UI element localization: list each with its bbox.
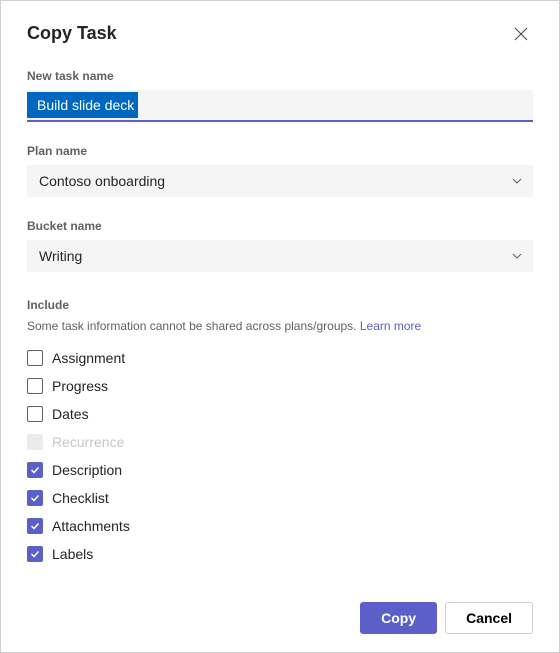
- include-item[interactable]: Dates: [27, 403, 533, 425]
- include-item[interactable]: Checklist: [27, 487, 533, 509]
- include-item-label: Labels: [52, 546, 93, 562]
- include-item[interactable]: Assignment: [27, 347, 533, 369]
- dialog-title: Copy Task: [27, 23, 117, 44]
- plan-name-value: Contoso onboarding: [39, 173, 165, 189]
- dialog-header: Copy Task: [27, 23, 533, 47]
- cancel-button[interactable]: Cancel: [445, 602, 533, 634]
- checkbox: [27, 434, 43, 450]
- close-button[interactable]: [509, 23, 533, 47]
- task-name-label: New task name: [27, 69, 533, 83]
- plan-name-select[interactable]: Contoso onboarding: [27, 165, 533, 197]
- include-item-label: Recurrence: [52, 434, 124, 450]
- include-item-label: Progress: [52, 378, 108, 394]
- include-item[interactable]: Labels: [27, 543, 533, 565]
- task-name-input[interactable]: Build slide deck: [27, 90, 533, 122]
- include-label: Include: [27, 298, 533, 312]
- dialog-footer: Copy Cancel: [27, 602, 533, 634]
- checkbox[interactable]: [27, 406, 43, 422]
- include-item-label: Description: [52, 462, 122, 478]
- include-item: Recurrence: [27, 431, 533, 453]
- include-item[interactable]: Progress: [27, 375, 533, 397]
- task-name-value: Build slide deck: [27, 92, 138, 118]
- plan-name-label: Plan name: [27, 144, 533, 158]
- checkbox[interactable]: [27, 462, 43, 478]
- checkbox[interactable]: [27, 378, 43, 394]
- chevron-down-icon: [511, 250, 523, 262]
- learn-more-link[interactable]: Learn more: [360, 319, 421, 333]
- include-item-label: Assignment: [52, 350, 125, 366]
- include-item[interactable]: Attachments: [27, 515, 533, 537]
- include-item-label: Attachments: [52, 518, 130, 534]
- chevron-down-icon: [511, 175, 523, 187]
- checkbox[interactable]: [27, 490, 43, 506]
- bucket-name-select[interactable]: Writing: [27, 240, 533, 272]
- include-item-label: Dates: [52, 406, 89, 422]
- bucket-name-label: Bucket name: [27, 219, 533, 233]
- include-item-label: Checklist: [52, 490, 109, 506]
- bucket-name-field: Bucket name Writing: [27, 219, 533, 272]
- include-checklist: Assignment Progress Dates Recurrence Descrip…: [27, 347, 533, 565]
- close-icon: [514, 27, 528, 44]
- checkbox[interactable]: [27, 350, 43, 366]
- copy-button[interactable]: Copy: [360, 602, 437, 634]
- include-item[interactable]: Description: [27, 459, 533, 481]
- include-caption-text: Some task information cannot be shared a…: [27, 319, 357, 333]
- copy-task-dialog: Copy Task New task name Build slide deck…: [0, 0, 560, 653]
- plan-name-field: Plan name Contoso onboarding: [27, 144, 533, 197]
- checkbox[interactable]: [27, 518, 43, 534]
- checkbox[interactable]: [27, 546, 43, 562]
- include-caption: Some task information cannot be shared a…: [27, 319, 533, 333]
- bucket-name-value: Writing: [39, 248, 82, 264]
- task-name-field: New task name Build slide deck: [27, 69, 533, 122]
- include-section: Include Some task information cannot be …: [27, 298, 533, 586]
